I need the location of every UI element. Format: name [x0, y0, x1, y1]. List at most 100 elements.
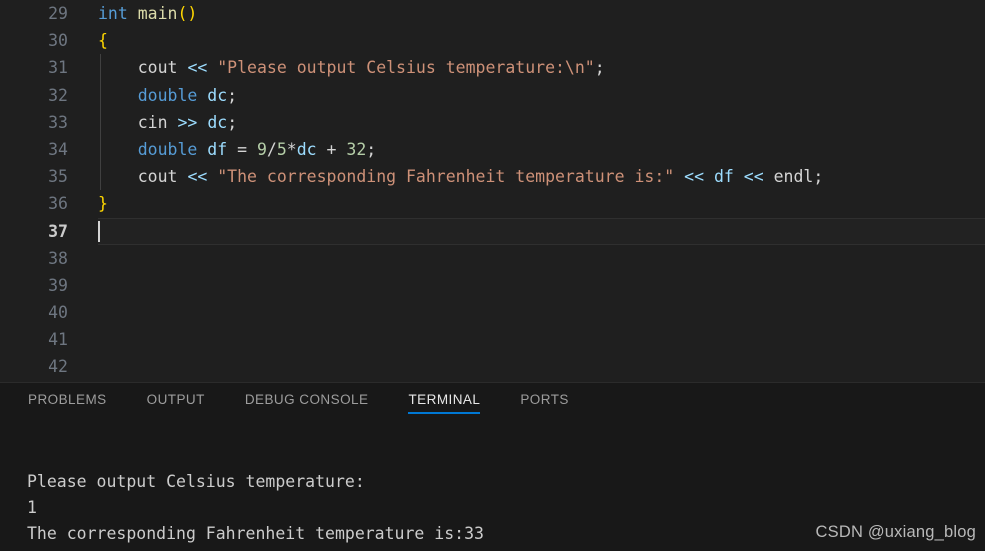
- csdn-watermark: CSDN @uxiang_blog: [815, 523, 976, 541]
- code-token: "Please output Celsius temperature:\n": [217, 58, 595, 78]
- code-token: ;: [366, 139, 377, 159]
- code-token: double: [137, 85, 198, 105]
- code-token: df: [207, 139, 228, 159]
- code-token: +: [316, 139, 347, 159]
- code-token: cout: [137, 58, 178, 78]
- vscode-window: 29 int main() 30 {31 cout << "Please output…: [0, 0, 985, 551]
- code-token: dc: [207, 112, 228, 132]
- line-number[interactable]: 38: [0, 245, 68, 272]
- code-token: endl: [773, 167, 814, 187]
- code-text[interactable]: double df = 9/5*dc + 32;: [98, 136, 985, 163]
- code-line[interactable]: 33 cin >> dc;: [0, 109, 985, 136]
- code-line[interactable]: 37: [0, 217, 985, 245]
- line-number[interactable]: 32: [0, 82, 68, 109]
- panel-tab-output[interactable]: OUTPUT: [147, 392, 205, 414]
- code-token: df: [713, 167, 734, 187]
- code-line[interactable]: 31 cout << "Please output Celsius temper…: [0, 54, 985, 81]
- code-line[interactable]: 36}: [0, 190, 985, 217]
- text-cursor: [98, 220, 100, 242]
- line-number[interactable]: 37: [0, 218, 68, 245]
- line-number[interactable]: 39: [0, 272, 68, 299]
- code-line[interactable]: 42: [0, 353, 985, 380]
- code-line[interactable]: 32 double dc;: [0, 82, 985, 109]
- code-token: <<: [684, 167, 705, 187]
- code-token: *: [286, 139, 297, 159]
- code-token: <<: [743, 167, 764, 187]
- panel-tab-debug-console[interactable]: DEBUG CONSOLE: [245, 392, 369, 414]
- code-text[interactable]: {: [98, 27, 985, 54]
- code-token: cout: [137, 167, 178, 187]
- line-number[interactable]: 29: [0, 0, 68, 27]
- active-line-highlight: [98, 217, 985, 245]
- code-line[interactable]: 41: [0, 326, 985, 353]
- code-line[interactable]: 34 double df = 9/5*dc + 32;: [0, 136, 985, 163]
- code-token: ;: [227, 85, 238, 105]
- code-token: (): [177, 4, 198, 23]
- line-number[interactable]: 35: [0, 163, 68, 190]
- bottom-panel: PROBLEMS OUTPUT DEBUG CONSOLE TERMINAL PORTS…: [0, 382, 985, 551]
- panel-tab-ports[interactable]: PORTS: [520, 392, 569, 414]
- line-number[interactable]: 34: [0, 136, 68, 163]
- code-token: 9: [256, 139, 267, 159]
- code-line[interactable]: 39: [0, 272, 985, 299]
- code-token: int: [98, 4, 138, 23]
- code-token: "The corresponding Fahrenheit temperatur…: [217, 167, 675, 187]
- code-token: cin: [137, 112, 168, 132]
- panel-tab-problems[interactable]: PROBLEMS: [28, 392, 107, 414]
- code-token: double: [137, 139, 198, 159]
- code-token: {: [98, 31, 108, 51]
- code-token: <<: [187, 167, 208, 187]
- code-token: >>: [177, 112, 198, 132]
- line-number[interactable]: 31: [0, 54, 68, 81]
- panel-tab-terminal[interactable]: TERMINAL: [408, 392, 481, 414]
- code-token: }: [98, 194, 108, 214]
- code-token: /: [266, 139, 277, 159]
- code-text[interactable]: cin >> dc;: [98, 109, 985, 136]
- code-token: dc: [207, 85, 228, 105]
- code-text[interactable]: int main(): [98, 0, 985, 27]
- code-line[interactable]: 35 cout << "The corresponding Fahrenheit…: [0, 163, 985, 190]
- code-token: 32: [346, 139, 367, 159]
- code-text[interactable]: cout << "The corresponding Fahrenheit te…: [98, 163, 985, 190]
- line-number[interactable]: 42: [0, 353, 68, 380]
- code-text[interactable]: double dc;: [98, 82, 985, 109]
- code-token: <<: [187, 58, 208, 78]
- code-token: dc: [296, 139, 317, 159]
- line-number[interactable]: 33: [0, 109, 68, 136]
- code-token: main: [137, 4, 178, 23]
- panel-tab-bar: PROBLEMS OUTPUT DEBUG CONSOLE TERMINAL PORTS: [0, 383, 985, 423]
- line-number[interactable]: 41: [0, 326, 68, 353]
- code-token: =: [227, 139, 257, 159]
- code-lines-container: 29 int main() 30 {31 cout << "Please output…: [0, 0, 985, 381]
- line-number[interactable]: 30: [0, 27, 68, 54]
- code-text[interactable]: }: [98, 190, 985, 217]
- code-text[interactable]: cout << "Please output Celsius temperatu…: [98, 54, 985, 81]
- code-line[interactable]: 40: [0, 299, 985, 326]
- line-number[interactable]: 40: [0, 299, 68, 326]
- code-line[interactable]: 30 {: [0, 27, 985, 54]
- code-token: ;: [227, 112, 238, 132]
- code-token: ;: [594, 58, 605, 78]
- code-line[interactable]: 29 int main(): [0, 0, 985, 27]
- code-editor[interactable]: 29 int main() 30 {31 cout << "Please output…: [0, 0, 985, 382]
- code-line[interactable]: 38: [0, 245, 985, 272]
- line-number[interactable]: 36: [0, 190, 68, 217]
- code-token: 5: [276, 139, 287, 159]
